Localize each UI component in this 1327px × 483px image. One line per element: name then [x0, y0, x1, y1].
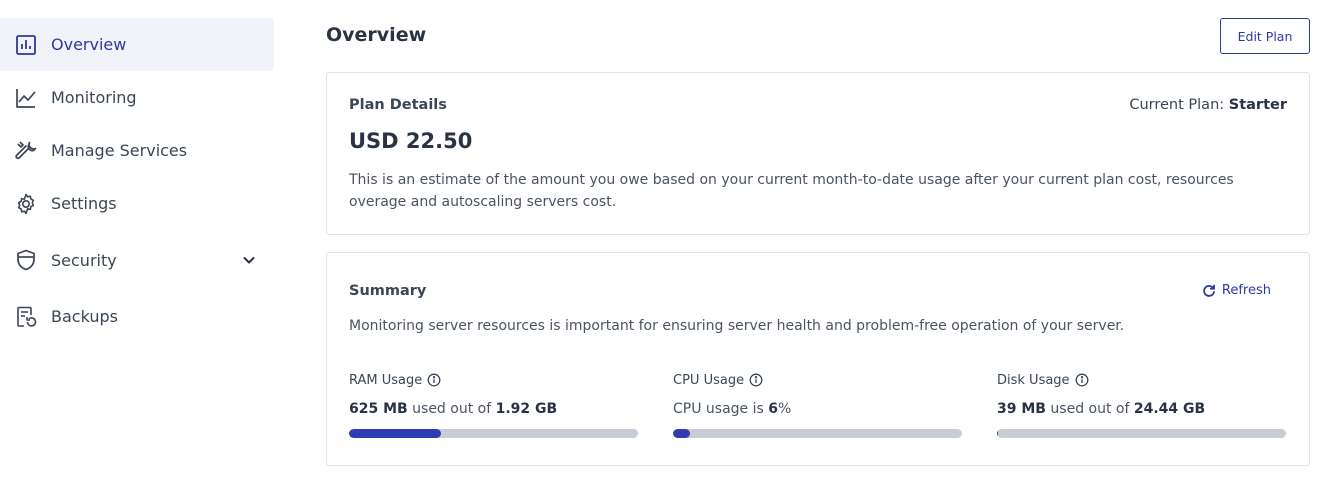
sidebar-item-label: Backups [51, 307, 118, 326]
chevron-down-icon[interactable] [242, 253, 256, 267]
sidebar-item-settings[interactable]: Settings [0, 177, 274, 230]
sidebar-item-label: Manage Services [51, 141, 188, 160]
ram-usage-metric: RAM Usage 625 MB used out of 1.92 GB [349, 371, 638, 438]
line-chart-icon [14, 86, 38, 110]
info-icon[interactable] [749, 373, 763, 387]
disk-usage-metric: Disk Usage 39 MB used out of 24.44 GB [997, 371, 1286, 438]
disk-usage-value: 39 MB used out of 24.44 GB [997, 401, 1286, 417]
refresh-button[interactable]: Refresh [1202, 283, 1271, 298]
ram-usage-value: 625 MB used out of 1.92 GB [349, 401, 638, 417]
sidebar-item-monitoring[interactable]: Monitoring [0, 71, 274, 124]
disk-used: 39 MB [997, 401, 1046, 417]
disk-used-text: used out of [1050, 401, 1130, 417]
ram-used-text: used out of [412, 401, 492, 417]
plan-details-card: Plan Details Current Plan: Starter USD 2… [326, 72, 1310, 235]
cpu-usage-fill [673, 429, 691, 438]
plan-description: This is an estimate of the amount you ow… [349, 172, 1234, 210]
sidebar-item-label: Overview [51, 35, 127, 54]
cpu-usage-suffix: % [778, 401, 792, 417]
sidebar-item-label: Monitoring [51, 88, 137, 107]
sidebar-item-label: Security [51, 250, 117, 270]
wrench-icon [14, 139, 38, 163]
summary-card: Summary Refresh Monitoring server resour… [326, 252, 1310, 466]
sidebar-item-security[interactable]: Security [0, 230, 274, 290]
sidebar: Overview Monitoring Manage Services Sett… [0, 18, 274, 343]
sidebar-item-overview[interactable]: Overview [0, 18, 274, 71]
sidebar-item-manage-services[interactable]: Manage Services [0, 124, 274, 177]
sidebar-item-label: Settings [51, 194, 117, 213]
ram-usage-bar [349, 429, 638, 438]
ram-usage-label-row: RAM Usage [349, 371, 638, 389]
summary-description: Monitoring server resources is important… [349, 318, 1125, 334]
plan-price: USD 22.50 [349, 129, 473, 153]
backup-icon [14, 305, 38, 329]
disk-usage-label-row: Disk Usage [997, 371, 1286, 389]
summary-heading: Summary [349, 283, 427, 299]
chart-icon [14, 33, 38, 57]
refresh-label: Refresh [1221, 283, 1271, 298]
cpu-usage-value: CPU usage is 6% [673, 401, 962, 417]
disk-usage-label: Disk Usage [997, 372, 1070, 388]
page-title: Overview [326, 24, 427, 46]
info-icon[interactable] [1075, 373, 1089, 387]
disk-total: 24.44 GB [1133, 401, 1206, 417]
plan-details-heading: Plan Details [349, 97, 447, 113]
ram-usage-fill [349, 429, 442, 438]
disk-usage-bar [997, 429, 1286, 438]
cpu-usage-bar [673, 429, 962, 438]
gear-icon [14, 192, 38, 216]
cpu-usage-label-row: CPU Usage [673, 371, 962, 389]
cpu-usage-number: 6 [768, 401, 778, 417]
current-plan-label: Current Plan: [1129, 97, 1225, 113]
sidebar-item-backups[interactable]: Backups [0, 290, 274, 343]
ram-used: 625 MB [349, 401, 408, 417]
info-icon[interactable] [427, 373, 441, 387]
cpu-usage-metric: CPU Usage CPU usage is 6% [673, 371, 962, 438]
current-plan-value: Starter [1228, 97, 1287, 113]
ram-usage-label: RAM Usage [349, 372, 423, 388]
current-plan: Current Plan: Starter [1129, 97, 1287, 113]
ram-total: 1.92 GB [495, 401, 558, 417]
cpu-usage-prefix: CPU usage is [673, 401, 764, 417]
refresh-icon [1203, 284, 1215, 297]
shield-icon [14, 248, 38, 272]
edit-plan-button[interactable]: Edit Plan [1220, 18, 1310, 54]
cpu-usage-label: CPU Usage [673, 372, 745, 388]
